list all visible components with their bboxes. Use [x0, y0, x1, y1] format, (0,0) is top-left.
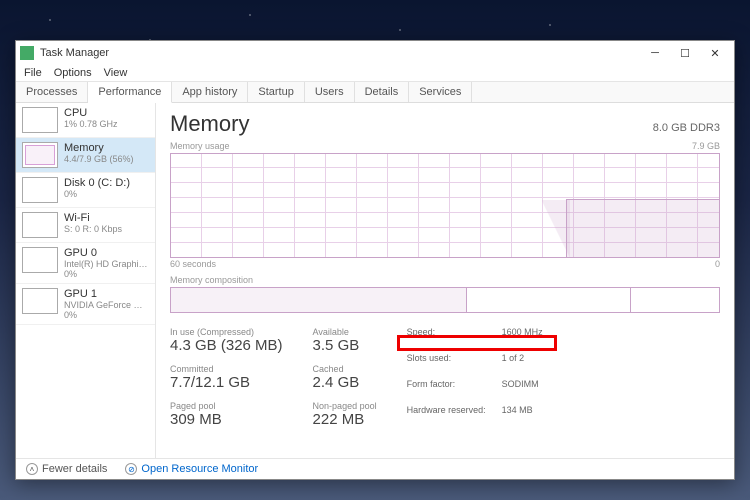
sidebar-item-disk[interactable]: Disk 0 (C: D:)0% [16, 173, 155, 208]
stat-committed: 7.7/12.1 GB [170, 374, 283, 391]
fewer-details-link[interactable]: ˄Fewer details [26, 463, 107, 475]
sidebar-item-gpu0[interactable]: GPU 0Intel(R) HD Graphics 5300% [16, 243, 155, 284]
stat-avail: 3.5 GB [313, 337, 377, 354]
stats: In use (Compressed)4.3 GB (326 MB) Commi… [170, 327, 720, 428]
sidebar-item-gpu1[interactable]: GPU 1NVIDIA GeForce GTX 960% [16, 284, 155, 325]
window-title: Task Manager [40, 47, 640, 59]
sidebar-item-cpu[interactable]: CPU1% 0.78 GHz [16, 103, 155, 138]
tab-details[interactable]: Details [355, 82, 410, 102]
detail-hw: 134 MB [502, 405, 543, 428]
sidebar-item-wifi[interactable]: Wi-FiS: 0 R: 0 Kbps [16, 208, 155, 243]
usage-max: 7.9 GB [692, 141, 720, 151]
page-title: Memory [170, 111, 249, 137]
memory-composition-bar [170, 287, 720, 313]
close-button[interactable]: ✕ [700, 43, 730, 63]
gpu1-thumb [22, 288, 58, 314]
app-icon [20, 46, 34, 60]
tabs: Processes Performance App history Startu… [16, 82, 734, 103]
stat-inuse: 4.3 GB (326 MB) [170, 337, 283, 354]
composition-label: Memory composition [170, 275, 720, 285]
axis-left: 60 seconds [170, 259, 216, 269]
tab-users[interactable]: Users [305, 82, 355, 102]
menubar: File Options View [16, 65, 734, 82]
tab-performance[interactable]: Performance [88, 82, 172, 103]
memory-thumb [22, 142, 58, 168]
detail-grid: Speed:1600 MHz Slots used:1 of 2 Form fa… [407, 327, 543, 428]
stat-paged: 309 MB [170, 411, 283, 428]
titlebar[interactable]: Task Manager ─ ☐ ✕ [16, 41, 734, 65]
gpu0-thumb [22, 247, 58, 273]
menu-view[interactable]: View [104, 67, 128, 79]
task-manager-window: Task Manager ─ ☐ ✕ File Options View Pro… [15, 40, 735, 480]
monitor-icon: ⊘ [125, 463, 137, 475]
resource-monitor-link[interactable]: ⊘Open Resource Monitor [125, 463, 258, 475]
stat-cached: 2.4 GB [313, 374, 377, 391]
minimize-button[interactable]: ─ [640, 43, 670, 63]
sidebar-item-memory[interactable]: Memory4.4/7.9 GB (56%) [16, 138, 155, 173]
memory-capacity: 8.0 GB DDR3 [653, 122, 720, 134]
tab-processes[interactable]: Processes [16, 82, 88, 102]
tab-startup[interactable]: Startup [248, 82, 304, 102]
detail-slots: 1 of 2 [502, 353, 543, 376]
menu-file[interactable]: File [24, 67, 42, 79]
axis-right: 0 [715, 259, 720, 269]
menu-options[interactable]: Options [54, 67, 92, 79]
stat-nonpaged: 222 MB [313, 411, 377, 428]
memory-usage-chart [170, 153, 720, 258]
main-panel: Memory 8.0 GB DDR3 Memory usage 7.9 GB 6… [156, 103, 734, 458]
disk-thumb [22, 177, 58, 203]
sidebar: CPU1% 0.78 GHz Memory4.4/7.9 GB (56%) Di… [16, 103, 156, 458]
cpu-thumb [22, 107, 58, 133]
usage-label: Memory usage [170, 141, 230, 151]
tab-app-history[interactable]: App history [172, 82, 248, 102]
content: CPU1% 0.78 GHz Memory4.4/7.9 GB (56%) Di… [16, 103, 734, 458]
chevron-up-icon: ˄ [26, 463, 38, 475]
footer: ˄Fewer details ⊘Open Resource Monitor [16, 458, 734, 479]
wifi-thumb [22, 212, 58, 238]
tab-services[interactable]: Services [409, 82, 472, 102]
slots-highlight [397, 335, 557, 351]
detail-form: SODIMM [502, 379, 543, 402]
maximize-button[interactable]: ☐ [670, 43, 700, 63]
